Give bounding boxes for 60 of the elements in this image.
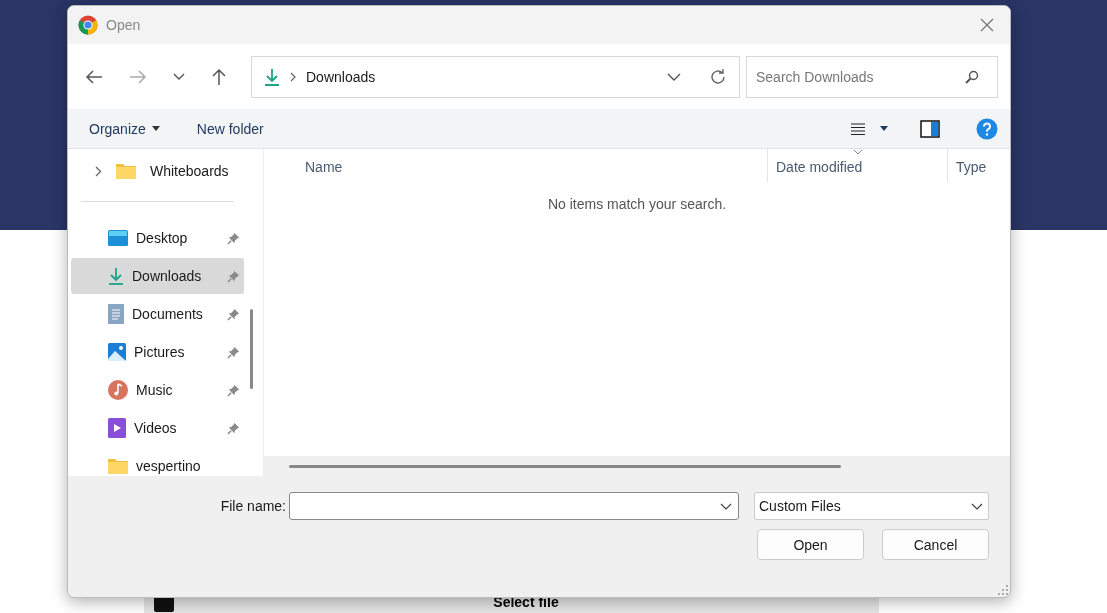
file-name-field[interactable] [289,492,739,520]
sidebar-item[interactable]: Documents [71,296,244,332]
pin-icon[interactable] [227,345,240,359]
forward-arrow-icon[interactable] [129,68,147,85]
download-icon [264,67,280,86]
organize-menu-button[interactable]: Organize [89,116,160,141]
empty-message: No items match your search. [546,196,728,214]
breadcrumb-chevron-icon [290,71,296,82]
open-button[interactable]: Open [757,529,864,560]
column-header[interactable]: Name [264,149,768,182]
folder-icon [116,163,136,179]
sidebar-item[interactable]: Music [71,372,244,408]
pin-icon[interactable] [227,231,240,245]
desktop-icon [108,230,128,246]
picture-icon [108,343,126,361]
caret-icon [151,126,160,131]
chevron-down-icon[interactable] [173,72,185,81]
browser-logo-icon [78,15,98,35]
preview-pane-icon[interactable] [920,119,940,138]
up-arrow-icon[interactable] [211,67,227,86]
pin-icon[interactable] [227,421,240,435]
sidebar-item[interactable]: Desktop [71,220,244,256]
expand-chevron-icon[interactable] [95,165,102,177]
chevron-down-icon[interactable] [720,502,732,510]
folder-icon [108,458,128,474]
file-name-label: File name: [220,498,286,514]
close-icon[interactable] [980,18,994,32]
resize-grip-icon[interactable] [998,585,1008,595]
music-note-icon [108,380,128,400]
file-type-dropdown[interactable]: Custom Files [754,492,989,520]
caret-down-icon[interactable] [880,126,888,131]
scrollbar[interactable] [250,309,253,389]
sidebar-item[interactable]: Downloads [71,258,244,294]
document-icon [108,304,124,324]
back-arrow-icon[interactable] [85,68,103,85]
search-field[interactable]: Search Downloads [746,55,998,98]
pin-icon[interactable] [227,383,240,397]
scrollbar[interactable] [289,464,841,468]
download-icon [108,267,124,285]
sidebar-item[interactable]: vespertino [71,448,244,476]
column-header[interactable]: Type [948,149,1010,182]
pin-icon[interactable] [227,307,240,321]
cancel-button[interactable]: Cancel [882,529,989,560]
sort-caret-icon [852,149,863,155]
address-path: Downloads [306,68,377,85]
new-folder-button[interactable]: New folder [196,116,264,141]
video-icon [108,418,126,438]
help-icon[interactable] [976,117,998,140]
address-bar[interactable]: Downloads [251,55,740,98]
sidebar-item[interactable]: Pictures [71,334,244,370]
chevron-down-icon [971,502,983,510]
window-title: Open [106,17,142,33]
chevron-down-icon[interactable] [667,72,681,81]
sidebar-item[interactable]: Videos [71,410,244,446]
sidebar-item[interactable]: Whiteboards [71,153,244,189]
pin-icon[interactable] [227,269,240,283]
refresh-icon[interactable] [709,67,727,86]
search-icon [965,69,979,84]
column-header[interactable]: Date modified [768,149,948,182]
list-view-icon[interactable] [850,121,866,136]
